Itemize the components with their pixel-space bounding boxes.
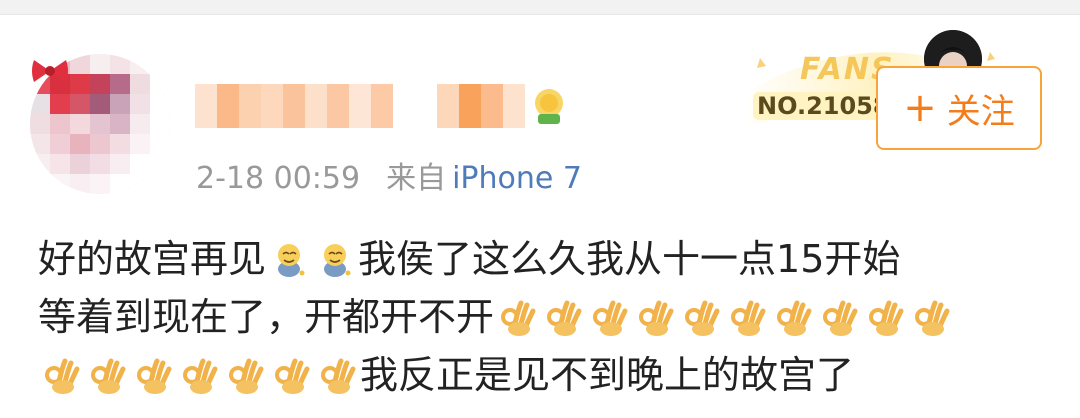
- follow-label: 关注: [946, 91, 1015, 132]
- ok-hand-icon: [773, 297, 813, 337]
- ok-hand-icon: [543, 297, 583, 337]
- ok-hand-icon: [497, 297, 537, 337]
- ok-hand-icon: [87, 355, 127, 395]
- device-link[interactable]: iPhone 7: [452, 161, 582, 196]
- ok-hand-icon: [681, 297, 721, 337]
- ok-hand-icon: [819, 297, 859, 337]
- top-strip: [0, 0, 1080, 15]
- ok-hand-icon: [271, 355, 311, 395]
- source-prefix: 来自: [386, 161, 447, 196]
- ok-hand-icon: [727, 297, 767, 337]
- post-text-1b: 我侯了这么久我从十一点15开始: [358, 237, 901, 281]
- ok-hand-icon: [911, 297, 951, 337]
- post-body: 好的故宫再见 我侯了这么久我从十一点15开始 等着到现在了，开都开不开 我反正是…: [38, 230, 1048, 404]
- ok-hand-icon: [225, 355, 265, 395]
- member-badge-icon: [535, 89, 563, 124]
- ok-hand-icon: [179, 355, 219, 395]
- post-line-3: 我反正是见不到晚上的故宫了: [38, 346, 1048, 404]
- post-timestamp: 2-18 00:59: [196, 161, 361, 196]
- post-text-2: 等着到现在了，开都开不开: [38, 295, 495, 339]
- ok-hand-icon: [133, 355, 173, 395]
- ok-hand-icon: [41, 355, 81, 395]
- ok-hand-icon: [317, 355, 357, 395]
- ok-hand-icon: [589, 297, 629, 337]
- username-pixelated[interactable]: [195, 84, 525, 128]
- post-meta: 2-18 00:59 来自 iPhone 7: [196, 153, 582, 197]
- sweat-smile-icon: [269, 239, 309, 279]
- follow-button[interactable]: + 关注: [876, 66, 1042, 150]
- ok-hand-icon: [865, 297, 905, 337]
- post-line-1: 好的故宫再见 我侯了这么久我从十一点15开始: [38, 230, 1048, 288]
- post-text-3: 我反正是见不到晚上的故宫了: [360, 353, 855, 397]
- bow-icon: [32, 60, 68, 82]
- plus-icon: +: [903, 85, 937, 131]
- post-line-2: 等着到现在了，开都开不开: [38, 288, 1048, 346]
- sweat-smile-icon: [315, 239, 355, 279]
- post-text-1a: 好的故宫再见: [38, 237, 267, 281]
- ok-hand-icon: [635, 297, 675, 337]
